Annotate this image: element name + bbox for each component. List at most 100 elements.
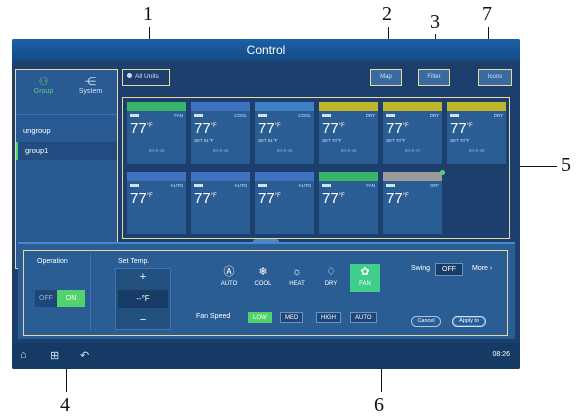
unit-status-band (319, 172, 378, 181)
callout-number-2: 2 (382, 3, 392, 25)
unit-info-row: FAN (319, 181, 378, 190)
unit-card[interactable]: COOL 77°F SET 61°F S0-5-44 (191, 102, 250, 164)
power-toggle[interactable]: OFF ON (35, 290, 85, 307)
unit-info-row: DRY (319, 111, 378, 120)
more-button[interactable]: More › (472, 265, 492, 272)
unit-card[interactable]: AUTO 77°F (255, 172, 314, 234)
unit-info-row: COOL (255, 111, 314, 120)
unit-setpoint: SET 61°F (258, 138, 278, 143)
callout-number-1: 1 (143, 3, 153, 25)
unit-setpoint (383, 208, 442, 215)
fan-speed-low-button[interactable]: LOW (248, 312, 272, 323)
unit-id: S0-5-43 (148, 148, 165, 153)
more-chevron-icon: › (489, 265, 493, 272)
unit-id: S0-5-48 (468, 148, 485, 153)
all-units-button[interactable]: All Units (122, 69, 170, 86)
unit-card[interactable]: DRY 77°F SET 70°F S0-5-47 (383, 102, 442, 164)
tab-group[interactable]: ⚇ Group (21, 76, 66, 102)
unit-id: S0-5-47 (404, 148, 421, 153)
snowflake-icon: ❄ (258, 266, 268, 278)
unit-temperature-unit: °F (210, 193, 217, 199)
set-temp-stepper: + --°F − (115, 268, 171, 330)
sidebar-item-ungroup[interactable]: ungroup (16, 122, 117, 140)
unit-indicator-icon (258, 114, 267, 117)
unit-indicator-icon (386, 184, 395, 187)
temp-increase-button[interactable]: + (116, 271, 170, 283)
unit-info-row: AUTO (127, 181, 186, 190)
filter-button[interactable]: Filter (418, 69, 450, 86)
unit-mode: DRY (429, 113, 439, 118)
temp-decrease-button[interactable]: − (116, 314, 170, 326)
unit-mode: COOL (298, 113, 311, 118)
unit-temperature-value: 77 (258, 190, 275, 207)
bottom-nav-bar: ⌂ ⊞ ↶ 08:26 (12, 343, 520, 369)
unit-toolbar: All Units Map Filter Icons (122, 69, 518, 89)
unit-indicator-icon (322, 114, 331, 117)
unit-temperature-value: 77 (194, 190, 211, 207)
back-icon[interactable]: ↶ (80, 349, 89, 362)
unit-card[interactable]: DRY 77°F SET 70°F S0-5-46 (319, 102, 378, 164)
set-temp-section: Set Temp. + --°F − (98, 254, 188, 330)
unit-temperature: 77°F (191, 120, 250, 138)
unit-card[interactable]: OFF 77°F (383, 172, 442, 234)
icons-view-button[interactable]: Icons (478, 69, 512, 86)
unit-info-row: AUTO (191, 181, 250, 190)
unit-mode: AUTO (234, 183, 247, 188)
swing-section: Swing OFF (411, 263, 463, 279)
unit-mode: AUTO (170, 183, 183, 188)
control-panel: Operation OFF ON Set Temp. + --°F − Ⓐ AUT… (18, 239, 515, 339)
unit-id: S0-5-46 (340, 148, 357, 153)
unit-info-row: OFF (383, 181, 442, 190)
cancel-button[interactable]: Cancel (411, 316, 441, 327)
fan-speed-med-button[interactable]: MED (280, 312, 304, 323)
unit-status-band (255, 102, 314, 111)
title-bar: Control (12, 39, 520, 61)
all-units-indicator-icon (127, 73, 132, 78)
mode-selector: Ⓐ AUTO ❄ COOL ☼ HEAT ♢ DRY ✿ FAN (214, 264, 384, 294)
sidebar-item-group1[interactable]: group1 (16, 142, 117, 160)
page-title: Control (246, 43, 286, 57)
grid-menu-icon[interactable]: ⊞ (50, 349, 59, 362)
unit-mode: OFF (430, 183, 439, 188)
unit-indicator-icon (194, 184, 203, 187)
unit-card[interactable]: AUTO 77°F (127, 172, 186, 234)
sidebar-divider (16, 114, 117, 115)
unit-status-band (383, 172, 442, 181)
unit-mode: DRY (365, 113, 375, 118)
unit-indicator-icon (386, 114, 395, 117)
mode-button-auto[interactable]: Ⓐ AUTO (214, 264, 244, 292)
unit-indicator-icon (450, 114, 459, 117)
mode-button-cool[interactable]: ❄ COOL (248, 264, 278, 292)
unit-mode: FAN (174, 113, 183, 118)
unit-id: S0-5-44 (212, 148, 229, 153)
unit-info-row: COOL (191, 111, 250, 120)
fan-speed-auto-button[interactable]: AUTO (350, 312, 377, 323)
group-icon: ⚇ (38, 76, 49, 88)
panel-collapse-handle[interactable] (253, 239, 279, 244)
unit-status-band (127, 172, 186, 181)
unit-card[interactable]: FAN 77°F S0-5-43 (127, 102, 186, 164)
tab-system[interactable]: ⋲ System (68, 76, 113, 102)
unit-temperature: 77°F (255, 120, 314, 138)
mode-button-dry[interactable]: ♢ DRY (316, 264, 346, 292)
swing-value[interactable]: OFF (435, 263, 463, 276)
operation-section: Operation OFF ON (27, 254, 91, 330)
sun-icon: ☼ (291, 266, 303, 278)
unit-card[interactable]: COOL 77°F SET 61°F S0-5-45 (255, 102, 314, 164)
unit-card[interactable]: AUTO 77°F (191, 172, 250, 234)
apply-to-button[interactable]: Apply to (452, 316, 486, 327)
mode-button-fan[interactable]: ✿ FAN (350, 264, 380, 292)
mode-button-heat[interactable]: ☼ HEAT (282, 264, 312, 292)
fan-speed-high-button[interactable]: HIGH (316, 312, 341, 323)
unit-card[interactable]: FAN 77°F (319, 172, 378, 234)
unit-indicator-icon (322, 184, 331, 187)
unit-temperature-value: 77 (194, 120, 211, 137)
unit-card[interactable]: DRY 77°F SET 70°F S0-5-48 (447, 102, 506, 164)
map-button[interactable]: Map (370, 69, 402, 86)
home-icon[interactable]: ⌂ (20, 349, 27, 361)
unit-info-row: DRY (383, 111, 442, 120)
unit-info-row: DRY (447, 111, 506, 120)
unit-temperature-unit: °F (338, 123, 345, 129)
tablet-screen: Control ⚇ Group ⋲ System ungroup group1 … (12, 39, 520, 369)
unit-temperature-value: 77 (322, 190, 339, 207)
